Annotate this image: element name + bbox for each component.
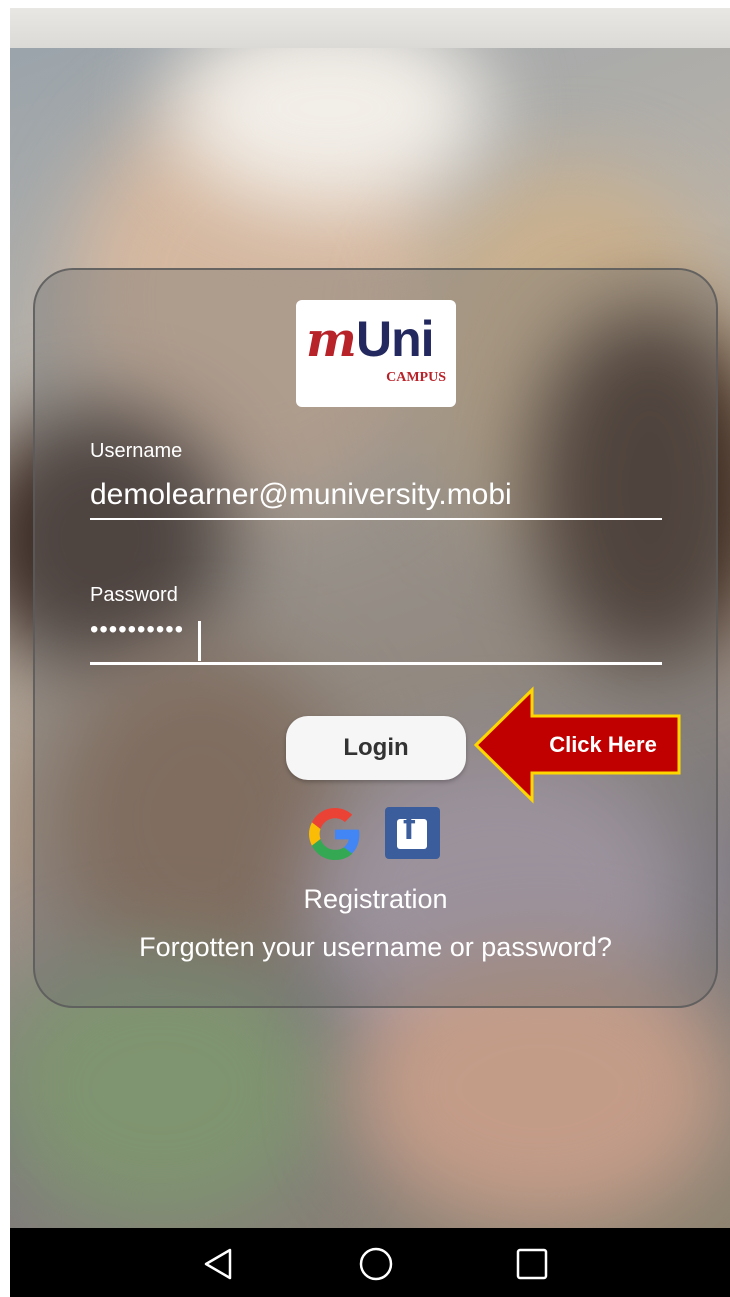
logo-mark: m: [306, 312, 357, 368]
facebook-icon[interactable]: f: [385, 807, 440, 859]
username-label: Username: [90, 440, 183, 462]
home-icon[interactable]: [358, 1246, 394, 1282]
navigation-bar: [10, 1228, 730, 1297]
text-cursor: [198, 621, 201, 661]
facebook-f-glyph: f: [403, 806, 415, 847]
username-underline: [90, 518, 662, 520]
forgot-password-link[interactable]: Forgotten your username or password?: [33, 932, 718, 963]
login-button[interactable]: Login: [286, 716, 466, 780]
password-label: Password: [90, 584, 178, 606]
google-icon[interactable]: [309, 808, 361, 860]
registration-link[interactable]: Registration: [33, 884, 718, 915]
password-underline: [90, 662, 662, 665]
logo-subtitle: CAMPUS: [356, 370, 446, 386]
callout-text: Click Here: [549, 732, 657, 757]
logo-name: Uni: [356, 311, 435, 367]
muni-campus-logo: m Uni CAMPUS: [296, 300, 456, 407]
password-input[interactable]: ••••••••••: [90, 616, 184, 644]
status-bar: [10, 8, 730, 48]
recents-icon[interactable]: [514, 1246, 550, 1282]
back-icon[interactable]: [200, 1246, 236, 1282]
username-input[interactable]: demolearner@muniversity.mobi: [90, 478, 512, 512]
